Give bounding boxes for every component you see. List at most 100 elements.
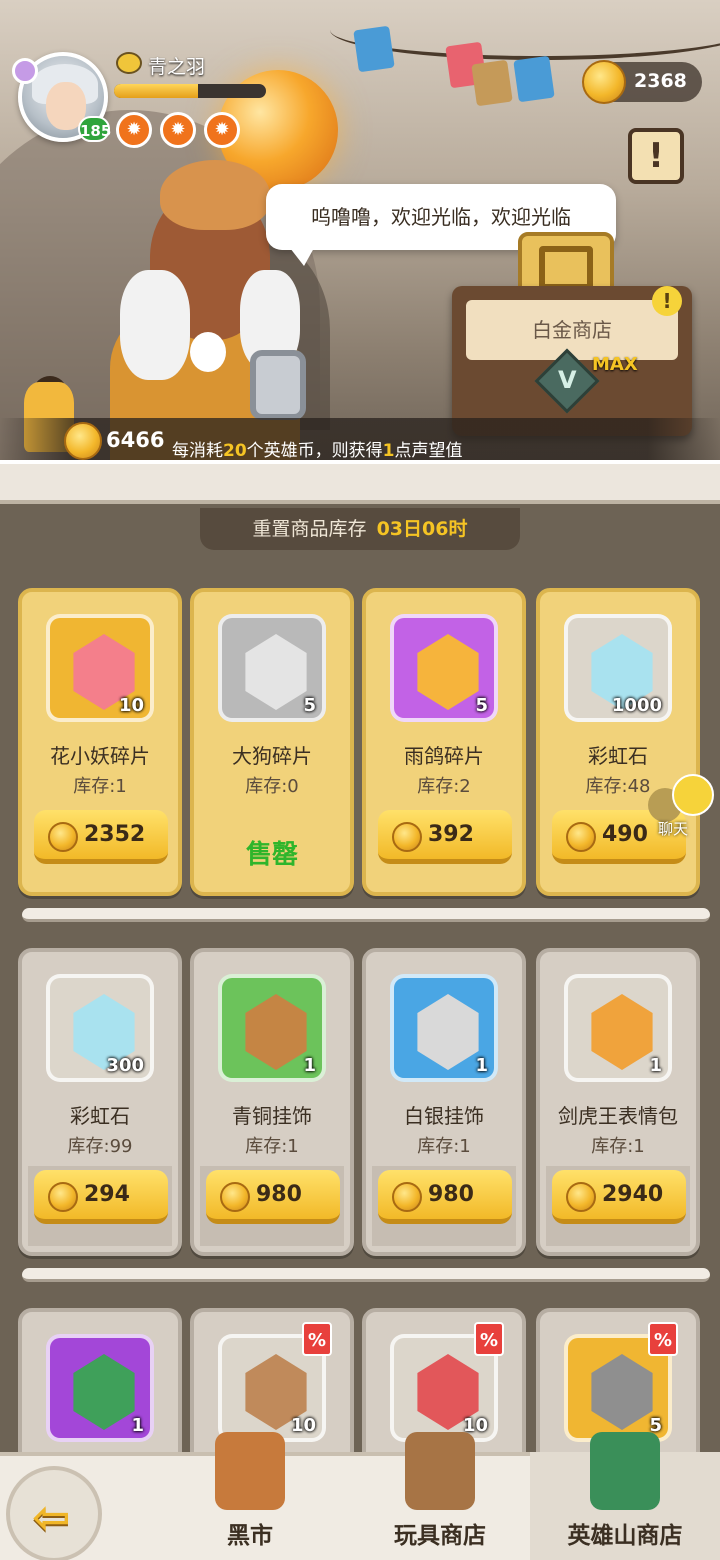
item-icon-frame: 5% [564, 1322, 678, 1442]
xp-fill [114, 84, 198, 98]
avatar-frame-badge-icon [12, 58, 38, 84]
shop-item-card[interactable]: 5 雨鸽碎片库存:2 392 [362, 588, 526, 896]
npc-mouth [190, 332, 226, 372]
npc-beard [120, 270, 190, 380]
hero-coin-icon [220, 1182, 250, 1212]
npc-hat [160, 160, 270, 230]
hero-mountain-shop-icon [590, 1432, 660, 1510]
item-stock: 库存:2 [417, 776, 471, 797]
item-price: 392 [428, 822, 474, 847]
back-button[interactable]: ⇦ [6, 1466, 102, 1560]
item-quantity: 5 [303, 695, 316, 716]
rule-text: 个英雄币，则获得 [246, 441, 383, 461]
shop-item-card[interactable]: 1 剑虎王表情包 库存:1 2940 [536, 948, 700, 1256]
hero-coin-count: 6466 [106, 428, 165, 452]
item-quantity: 1000 [611, 695, 662, 716]
buy-button[interactable]: 392 [378, 810, 512, 864]
section-divider [0, 460, 720, 504]
shelf-divider [22, 908, 710, 922]
shop-item-card[interactable]: 300 彩虹石 库存:99 294 [18, 948, 182, 1256]
item-icon [417, 994, 479, 1070]
shop-item-card[interactable]: 1000 彩虹石 库存:48 490 [536, 588, 700, 896]
item-price: 294 [84, 1182, 130, 1207]
player-level-badge: 185 [78, 116, 111, 142]
buy-button[interactable]: 980 [206, 1170, 340, 1224]
item-icon-frame: 10% [218, 1322, 332, 1442]
item-icon-frame: 300 [46, 974, 154, 1082]
rule-amount: 20 [223, 441, 247, 461]
black-market-icon [215, 1432, 285, 1510]
notice-board-icon[interactable]: ! [628, 128, 684, 184]
item-price: 2940 [602, 1182, 664, 1207]
fire-medal-icon[interactable]: ✹ [160, 112, 196, 148]
item-icon [245, 994, 307, 1070]
tab-label: 黑市 [227, 1523, 273, 1549]
shop-sign-name: 白金商店 [466, 300, 678, 360]
reset-label: 重置商品库存 [252, 518, 367, 540]
item-price: 2352 [84, 822, 146, 847]
item-name: 白银挂饰 [404, 1104, 484, 1128]
discount-tag-icon: % [302, 1322, 332, 1356]
toy-shop-icon [405, 1432, 475, 1510]
xp-bar [114, 84, 266, 98]
item-icon-frame: 1 [218, 974, 326, 1082]
buy-button[interactable]: 980 [378, 1170, 512, 1224]
item-name: 剑虎王表情包 [558, 1104, 678, 1128]
item-icon-frame: 1 [564, 974, 672, 1082]
tab-toy-shop[interactable]: 玩具商店 [350, 1432, 530, 1560]
tab-label: 玩具商店 [394, 1523, 486, 1549]
shop-item-card[interactable]: 10 花小妖碎片库存:1 2352 [18, 588, 182, 896]
coin-icon [582, 60, 626, 104]
item-quantity: 5 [475, 695, 488, 716]
tab-label: 英雄山商店 [567, 1523, 683, 1549]
vip-max-label: MAX [592, 354, 638, 375]
flag-icon [353, 25, 395, 73]
shop-item-card[interactable]: 5 大狗碎片 库存:0 售罄 [190, 588, 354, 896]
item-name: 青铜挂饰 [232, 1104, 312, 1128]
rule-text: 每消耗 [172, 441, 223, 461]
buy-button[interactable]: 2352 [34, 810, 168, 864]
rule-text: 点声望值 [394, 441, 463, 461]
tab-hero-mountain-shop[interactable]: 英雄山商店 [530, 1432, 720, 1560]
shop-item-card[interactable]: 1 白银挂饰 库存:1 980 [362, 948, 526, 1256]
discount-tag-icon: % [648, 1322, 678, 1356]
item-quantity: 1 [475, 1055, 488, 1076]
reset-time: 03日06时 [376, 518, 468, 540]
hero-coin-icon [48, 822, 78, 852]
item-price: 980 [428, 1182, 474, 1207]
shop-item-card[interactable]: 1 青铜挂饰 库存:1 980 [190, 948, 354, 1256]
back-arrow-icon: ⇦ [32, 1490, 71, 1544]
item-stock: 库存:1 [591, 1136, 645, 1157]
item-icon [73, 1354, 135, 1430]
chat-button[interactable]: 聊天 [648, 774, 718, 840]
item-price: 490 [602, 822, 648, 847]
item-icon-frame: 1 [46, 1334, 154, 1442]
item-icon [245, 634, 307, 710]
npc-medal [250, 350, 306, 420]
flag-icon [513, 55, 555, 103]
discount-tag-icon: % [474, 1322, 504, 1356]
hero-coin-icon [64, 422, 102, 460]
item-quantity: 1 [649, 1055, 662, 1076]
info-warning-icon[interactable]: ! [652, 286, 682, 316]
buy-button[interactable]: 294 [34, 1170, 168, 1224]
item-stock: 库存:0 [245, 776, 299, 797]
tab-black-market[interactable]: 黑市 [170, 1432, 330, 1560]
item-name: 花小妖碎片 [50, 744, 150, 768]
gold-counter[interactable]: 2368 [582, 60, 702, 104]
fire-medal-icon[interactable]: ✹ [116, 112, 152, 148]
stock-reset-timer: 重置商品库存 03日06时 [200, 508, 520, 550]
item-quantity: 10 [118, 695, 144, 716]
hero-coin-icon [392, 822, 422, 852]
item-stock: 库存:1 [73, 776, 127, 797]
item-name: 彩虹石 [70, 1104, 130, 1128]
item-icon-frame: 1 [390, 974, 498, 1082]
vip-letter: V [558, 366, 577, 394]
item-name: 大狗碎片 [232, 744, 312, 768]
item-name: 雨鸽碎片 [404, 744, 484, 768]
fire-medal-icon[interactable]: ✹ [204, 112, 240, 148]
item-icon-frame: 10% [390, 1322, 504, 1442]
item-icon [591, 1354, 653, 1430]
buy-button[interactable]: 2940 [552, 1170, 686, 1224]
item-icon [591, 994, 653, 1070]
